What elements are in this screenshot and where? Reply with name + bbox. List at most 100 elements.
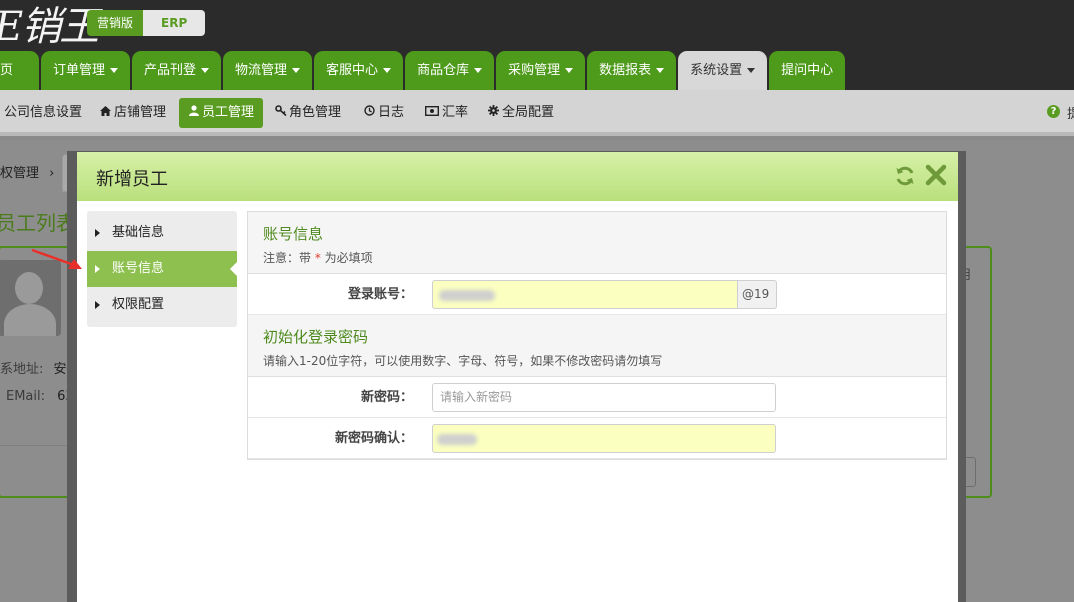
key-icon	[275, 99, 287, 129]
refresh-icon[interactable]	[894, 165, 916, 187]
subnav-global-config[interactable]: 全局配置	[488, 98, 554, 128]
nav-tab-label: 商品仓库	[417, 63, 470, 78]
nav-tab-settings[interactable]: 系统设置	[678, 51, 768, 90]
nav-tab-label: 系统设置	[690, 63, 743, 78]
required-asterisk: *	[314, 251, 321, 265]
modal-header: 新增员工	[77, 152, 958, 201]
nav-tab-listing[interactable]: 产品刊登	[132, 51, 222, 90]
breadcrumb: 权管理 ›	[0, 162, 54, 181]
edition-badge: 营销版 ERP	[87, 10, 206, 36]
note-text: 注意：带	[263, 251, 312, 265]
nav-tab-purchase[interactable]: 采购管理	[496, 51, 586, 90]
required-note: 注意：带 * 为必填项	[263, 249, 373, 266]
close-icon[interactable]	[925, 164, 947, 186]
login-account-row: 登录账号： @19	[248, 274, 946, 315]
subnav-label: 汇率	[442, 105, 469, 120]
page-title: 员工列表	[0, 211, 76, 235]
nav-tab-reports[interactable]: 数据报表	[587, 51, 677, 90]
edition-marketing: 营销版	[87, 10, 144, 36]
triangle-right-icon	[95, 301, 100, 309]
help-icon[interactable]: ?	[1047, 105, 1060, 118]
subnav-log[interactable]: 日志	[364, 98, 404, 128]
new-password-input[interactable]: 请输入新密码	[432, 383, 776, 412]
note-text: 为必填项	[324, 251, 373, 265]
edition-erp: ERP	[143, 10, 206, 36]
subnav-label: 店铺管理	[114, 105, 167, 120]
password-section-header: 初始化登录密码 请输入1-20位字符，可以使用数字、字母、符号，如果不修改密码请…	[248, 315, 946, 377]
caret-down-icon	[747, 68, 756, 73]
triangle-right-icon	[95, 265, 100, 273]
new-password-row: 新密码： 请输入新密码	[248, 377, 946, 418]
caret-down-icon	[474, 68, 483, 73]
subnav-store-management[interactable]: 店铺管理	[100, 98, 166, 128]
login-account-suffix: @19	[738, 280, 777, 309]
top-bar: E销王 营销版 ERP 页 订单管理 产品刊登 物流管理 客服中心 商品仓库 采…	[0, 0, 1074, 90]
side-item-account-info[interactable]: 账号信息	[87, 251, 237, 287]
nav-tab-label: 物流管理	[235, 63, 288, 78]
subnav-exchange-rate[interactable]: 汇率	[424, 98, 469, 129]
side-item-basic-info[interactable]: 基础信息	[87, 215, 237, 251]
login-account-input[interactable]	[432, 280, 738, 309]
side-item-permissions[interactable]: 权限配置	[87, 287, 237, 323]
add-staff-modal: 新增员工 基础信息 账号信息 权限配置 账号信息 注意：带 * 为必填项 登录账…	[77, 152, 958, 602]
login-account-label: 登录账号：	[347, 287, 413, 302]
subnav-label: 角色管理	[289, 105, 342, 120]
annotation-arrow-icon	[31, 248, 82, 269]
caret-down-icon	[292, 68, 301, 73]
subnav-label: 日志	[378, 105, 405, 120]
modal-form: 账号信息 注意：带 * 为必填项 登录账号： @19 初始化登录密码 请输入1-…	[247, 211, 947, 460]
main-nav: 页 订单管理 产品刊登 物流管理 客服中心 商品仓库 采购管理 数据报表 系统设…	[0, 51, 847, 90]
active-notch	[230, 262, 237, 276]
address-label: 系地址:	[0, 362, 44, 377]
user-icon	[188, 99, 199, 129]
password-note: 请输入1-20位字符，可以使用数字、字母、符号，如果不修改密码请勿填写	[263, 354, 663, 368]
nav-tab-label: 数据报表	[599, 63, 652, 78]
nav-tab-service[interactable]: 客服中心	[314, 51, 404, 90]
section-title: 初始化登录密码	[263, 328, 369, 346]
caret-down-icon	[383, 68, 392, 73]
nav-tab-home[interactable]: 页	[0, 51, 39, 90]
nav-tab-orders[interactable]: 订单管理	[41, 51, 131, 90]
confirm-password-input[interactable]	[432, 424, 776, 453]
caret-down-icon	[201, 68, 210, 73]
chevron-right-icon: ›	[49, 166, 55, 181]
nav-tab-label: 页	[0, 63, 14, 78]
home-icon	[100, 99, 111, 129]
side-item-label: 基础信息	[112, 225, 165, 240]
account-section-header: 账号信息 注意：带 * 为必填项	[248, 212, 946, 274]
confirm-password-label: 新密码确认：	[334, 431, 413, 446]
nav-tab-warehouse[interactable]: 商品仓库	[405, 51, 495, 90]
breadcrumb-item[interactable]: 权管理	[0, 166, 39, 181]
nav-tab-label: 产品刊登	[144, 63, 197, 78]
money-icon	[424, 99, 440, 129]
section-title: 账号信息	[263, 225, 324, 243]
side-item-label: 账号信息	[112, 261, 165, 276]
nav-tab-questions[interactable]: 提问中心	[769, 51, 846, 90]
subnav-label: 全局配置	[502, 105, 555, 120]
caret-down-icon	[110, 68, 119, 73]
nav-tab-label: 客服中心	[326, 63, 379, 78]
app-logo: E销王	[0, 4, 99, 50]
confirm-password-row: 新密码确认：	[248, 418, 946, 459]
redacted-value	[439, 290, 495, 301]
sub-nav: 公司信息设置 店铺管理 员工管理 角色管理 日志 汇率 全局配置	[0, 90, 1074, 136]
nav-tab-logistics[interactable]: 物流管理	[223, 51, 313, 90]
clock-icon	[364, 99, 375, 129]
modal-side-menu: 基础信息 账号信息 权限配置	[87, 211, 237, 327]
redacted-value	[437, 434, 477, 445]
caret-down-icon	[656, 68, 665, 73]
side-item-label: 权限配置	[112, 297, 165, 312]
caret-down-icon	[565, 68, 574, 73]
subnav-label: 员工管理	[202, 105, 255, 120]
help-link[interactable]: 提	[1067, 103, 1074, 122]
modal-title: 新增员工	[96, 169, 168, 190]
subnav-staff-management[interactable]: 员工管理	[179, 98, 264, 129]
subnav-company-info[interactable]: 公司信息设置	[4, 98, 82, 128]
subnav-label: 公司信息设置	[4, 105, 83, 120]
nav-tab-label: 提问中心	[781, 63, 834, 78]
new-password-label: 新密码：	[360, 390, 413, 405]
nav-tab-label: 订单管理	[53, 63, 106, 78]
subnav-role-management[interactable]: 角色管理	[275, 98, 341, 128]
nav-tab-label: 采购管理	[508, 63, 561, 78]
triangle-right-icon	[95, 229, 100, 237]
